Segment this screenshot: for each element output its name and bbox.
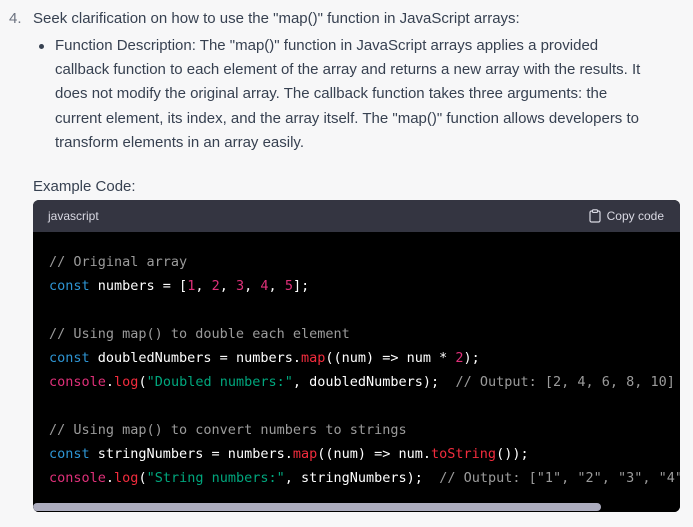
code-token: // Using map() to convert numbers to str… [49,422,407,438]
code-token: const [49,446,90,462]
code-token: ( [138,470,147,486]
code-line: // Using map() to double each element [49,322,664,346]
list-item-text: Seek clarification on how to use the "ma… [33,10,520,27]
code-token: toString [431,446,497,462]
code-line: // Original array [49,250,664,274]
code-line: const numbers = [1, 2, 3, 4, 5]; [49,274,664,298]
code-token: 4 [260,278,269,294]
bullet-text-line: does not modify the original array. The … [55,85,608,103]
code-token: . [105,470,115,486]
code-token: 2 [211,278,220,294]
code-block: javascript Copy code // Original array co… [33,200,680,512]
code-token: ( [138,374,147,390]
code-token: numbers = [ [89,278,188,294]
code-token: ); [463,350,480,366]
code-token: , [219,278,236,294]
code-token: ]; [292,278,310,294]
code-line: const stringNumbers = numbers.map((num) … [49,442,664,466]
bullet-text-line: Function Description: The "map()" functi… [55,37,599,54]
bullet-text: Function Description: The "map()" functi… [55,34,691,155]
list-number: 4. [9,10,22,27]
list-item-4: 4. Seek clarification on how to use the "… [9,7,520,31]
code-token: 5 [284,278,293,294]
code-token: 2 [455,350,464,366]
code-token: console [49,374,106,390]
code-token: stringNumbers = numbers. [89,446,293,462]
code-token: log [114,374,139,390]
bullet-text-line: callback function to each element of the… [55,61,641,79]
code-token: const [49,350,90,366]
code-token: console [49,470,106,486]
code-token: "String numbers:" [146,470,285,486]
code-token: 3 [236,278,245,294]
code-line: console.log("Doubled numbers:", doubledN… [49,370,675,394]
code-token: doubledNumbers = numbers. [89,350,301,366]
scrollbar-thumb[interactable] [33,503,601,511]
bullet-text-line: current element, its index, and the arra… [55,109,639,127]
code-token: // Using map() to double each element [49,326,350,342]
code-token: , [244,278,261,294]
example-code-label: Example Code: [33,178,136,195]
copy-code-label: Copy code [606,209,664,223]
clipboard-icon [589,209,601,223]
code-line: console.log("String numbers:", stringNum… [49,466,680,490]
copy-code-button[interactable]: Copy code [589,209,664,223]
bullet-item-function-description: Function Description: The "map()" functi… [39,34,689,155]
code-token: // Output: [2, 4, 6, 8, 10] [455,374,675,390]
code-token: , [268,278,285,294]
code-token: , [195,278,212,294]
code-language-label: javascript [48,209,99,223]
code-token: "Doubled numbers:" [146,374,293,390]
code-token: // Original array [49,254,188,270]
code-token: , doubledNumbers); [292,374,456,390]
code-token: ((num) => num. [317,446,432,462]
code-block-header: javascript Copy code [33,200,680,232]
code-token: ()); [496,446,529,462]
code-token: // Output: ["1", "2", "3", "4", "5"] [439,470,680,486]
code-token: ((num) => num * [325,350,456,366]
horizontal-scrollbar[interactable] [33,502,680,512]
code-token: , stringNumbers); [284,470,440,486]
bullet-icon [39,44,44,49]
code-token: log [114,470,139,486]
code-body[interactable]: // Original array const numbers = [1, 2, … [33,232,680,502]
code-line: // Using map() to convert numbers to str… [49,418,664,442]
code-token: . [105,374,115,390]
code-token: const [49,278,90,294]
code-line: const doubledNumbers = numbers.map((num)… [49,346,664,370]
code-token: map [300,350,326,366]
bullet-text-line: transform elements in an array easily. [55,133,304,151]
code-token: map [292,446,318,462]
